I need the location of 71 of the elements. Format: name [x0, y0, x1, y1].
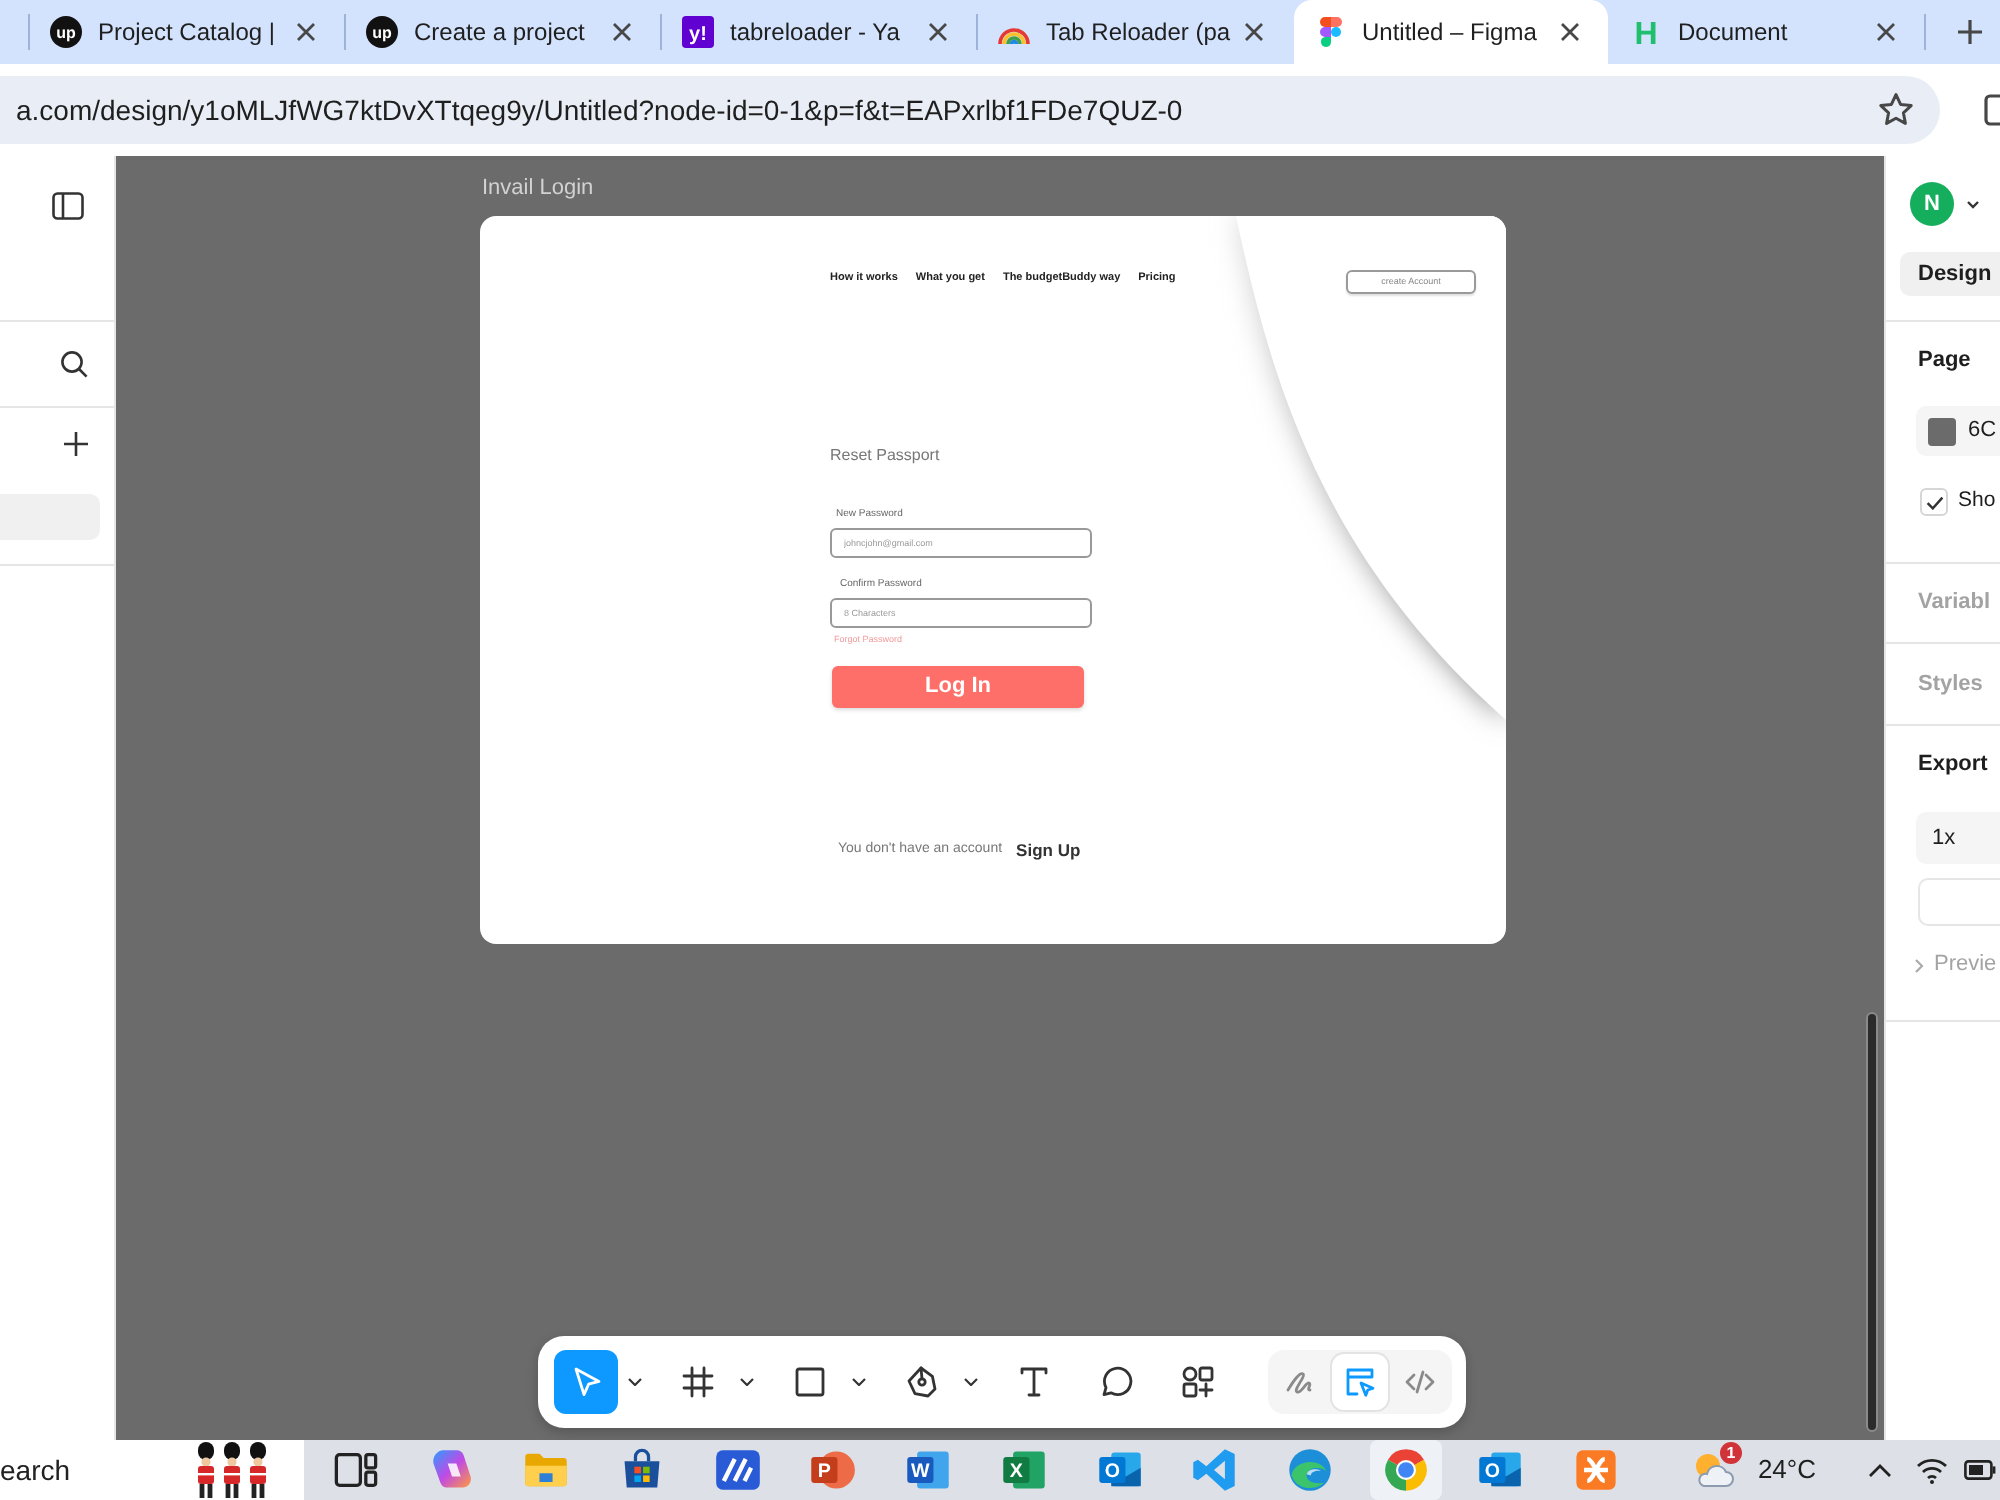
scrollbar-thumb[interactable]: [1866, 1012, 1878, 1432]
square-icon: [792, 1364, 828, 1400]
panel-tab[interactable]: Design: [1900, 252, 2000, 296]
taskbar-app-button[interactable]: O: [1083, 1440, 1155, 1500]
square-logo-icon: y!: [682, 16, 714, 48]
pen-icon: [904, 1364, 940, 1400]
taskbar-app-button[interactable]: P: [796, 1440, 869, 1500]
suffix-field[interactable]: [1918, 878, 2000, 926]
wifi-icon[interactable]: [1915, 1456, 1948, 1484]
browser-tab[interactable]: H Document: [1610, 0, 1924, 64]
move-tool-button[interactable]: [554, 1350, 618, 1414]
check-icon: [1925, 495, 1943, 509]
add-icon[interactable]: [64, 432, 88, 456]
close-icon[interactable]: [1244, 22, 1264, 42]
chevron-up-icon[interactable]: [1867, 1462, 1892, 1478]
section-heading: Page: [1918, 348, 1971, 374]
round-logo-icon: up: [50, 16, 82, 48]
slashes-app-icon: [713, 1446, 762, 1494]
color-value: 6C: [1968, 416, 1997, 447]
option-label: Sho: [1958, 486, 1996, 517]
address-bar[interactable]: a.com/design/y1oMLJfWG7ktDvXTtqeg9y/Untitled?node-id=0-1&p=f&t=EAPxrlbf1FDe7QUZ-0: [0, 76, 1940, 144]
caret-icon[interactable]: [964, 1378, 978, 1386]
temperature[interactable]: 24°C: [1757, 1450, 1816, 1490]
browser-tab[interactable]: y! tabreloader - Ya: [662, 0, 976, 64]
taskbar-app-button[interactable]: X: [987, 1440, 1060, 1500]
shapes-plus-icon: [1180, 1364, 1216, 1400]
layout-cursor-icon: [1344, 1366, 1376, 1398]
taskbar-app-button[interactable]: W: [892, 1440, 965, 1500]
sidebar-toggle-icon[interactable]: [52, 192, 84, 220]
shapes-logo-icon: [1314, 16, 1346, 48]
page-color-field[interactable]: 6C: [1916, 406, 2000, 456]
toy-soldiers-drawing: [192, 1440, 272, 1500]
browser-tab[interactable]: Untitled – Figma: [1294, 0, 1608, 64]
star-icon[interactable]: [1876, 90, 1916, 130]
caret-icon[interactable]: [1966, 199, 1980, 209]
design-mode-button[interactable]: [1332, 1354, 1388, 1410]
caret-icon[interactable]: [740, 1378, 754, 1386]
close-icon[interactable]: [612, 22, 632, 42]
notification-badge: 1: [1719, 1442, 1742, 1464]
close-icon[interactable]: [296, 22, 316, 42]
form-heading: Reset Passport: [830, 446, 940, 466]
new-tab-icon[interactable]: [1956, 18, 1984, 46]
knot-app-icon: [1571, 1446, 1620, 1494]
frame-label[interactable]: Invail Login: [482, 176, 594, 202]
close-icon[interactable]: [928, 22, 948, 42]
search-icon[interactable]: [60, 350, 88, 378]
taskbar-app-button[interactable]: O: [1464, 1440, 1537, 1500]
color-swatch[interactable]: [1928, 417, 1956, 445]
frame-icon: [680, 1364, 716, 1400]
close-icon[interactable]: [1876, 22, 1896, 42]
scale-field[interactable]: 1x: [1916, 812, 2000, 864]
browser-tab[interactable]: up Create a project: [346, 0, 660, 64]
caret-icon[interactable]: [852, 1378, 866, 1386]
side-panel-icon[interactable]: [1984, 92, 2000, 128]
close-icon[interactable]: [1560, 22, 1580, 42]
code-icon: [1404, 1366, 1436, 1398]
caret-icon[interactable]: [628, 1378, 642, 1386]
squiggle-icon: [1284, 1366, 1316, 1398]
round-logo-icon: up: [366, 16, 398, 48]
section-heading: Export: [1918, 752, 1988, 778]
letter-logo-icon: H: [1630, 16, 1662, 48]
sign-up-link[interactable]: Sign Up: [1016, 837, 1081, 863]
battery-icon[interactable]: [1963, 1460, 1996, 1480]
checkbox[interactable]: [1920, 488, 1948, 516]
round-browser-icon: [1381, 1446, 1430, 1494]
code-editor-icon: [1190, 1446, 1239, 1494]
browser-tab[interactable]: up Project Catalog |: [30, 0, 344, 64]
comment-icon: [1098, 1364, 1134, 1400]
text-icon: [1016, 1364, 1052, 1400]
browser-tab[interactable]: Tab Reloader (pa: [978, 0, 1292, 64]
wave-browser-icon: [1285, 1446, 1334, 1494]
